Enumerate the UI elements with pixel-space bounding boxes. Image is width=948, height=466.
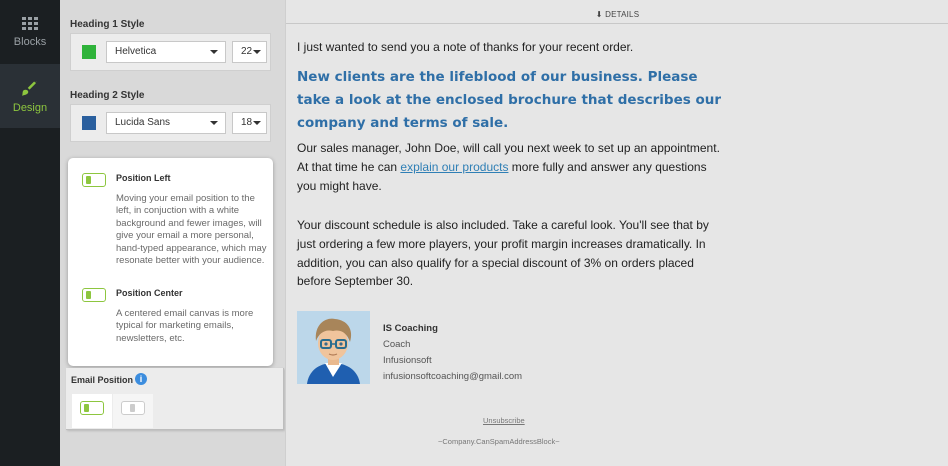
heading2-style-title: Heading 2 Style [70,90,145,101]
heading1-font-value: Helvetica [115,46,157,57]
nav-item-blocks[interactable]: Blocks [0,0,60,64]
heading2-font-value: Lucida Sans [115,117,171,128]
position-left-toggle [80,401,104,415]
signature-title: Coach [383,339,411,350]
nav-item-design[interactable]: Design [0,64,60,128]
position-center-title: Position Center [116,288,183,298]
unsubscribe-link[interactable]: Unsubscribe [483,416,525,425]
heading2-font-select[interactable]: Lucida Sans [106,112,226,134]
position-center-option[interactable] [113,394,153,428]
paintbrush-icon [22,80,37,96]
email-paragraph-2: Our sales manager, John Doe, will call y… [297,139,727,195]
info-icon[interactable]: i [135,373,147,385]
chevron-down-icon [253,121,261,125]
email-headline: New clients are the lifeblood of our bus… [297,69,722,131]
position-center-description: A centered email canvas is more typical … [116,308,254,344]
position-center-toggle[interactable] [82,288,106,302]
heading1-style-title: Heading 1 Style [70,19,145,30]
email-position-label: Email Position [71,375,134,385]
heading2-size-select[interactable]: 18 [232,112,267,134]
chevron-down-icon [253,50,261,54]
heading2-color-swatch[interactable] [82,116,96,130]
position-left-toggle[interactable] [82,173,106,187]
explain-products-link[interactable]: explain our products [400,160,508,174]
heading1-style-row: Helvetica 22 [70,33,271,71]
left-nav: Blocks Design [0,0,60,466]
address-block: ~Company.CanSpamAddressBlock~ [438,437,560,446]
heading2-size-value: 18 [241,117,253,128]
heading1-font-select[interactable]: Helvetica [106,41,226,63]
email-intro: I just wanted to send you a note of than… [297,40,634,54]
signature-name: IS Coaching [383,323,438,334]
nav-item-label: Design [12,101,48,114]
heading2-style-row: Lucida Sans 18 [70,104,271,142]
nav-item-label: Blocks [13,35,47,48]
heading1-size-select[interactable]: 22 [232,41,267,63]
grid-icon [22,16,38,31]
details-toggle[interactable]: ⬇ DETAILS [286,0,948,24]
email-position-popup: Position Left Moving your email position… [68,158,273,366]
details-label: DETAILS [605,10,640,19]
avatar [297,311,370,384]
heading1-size-value: 22 [241,46,253,57]
email-position-selector: Email Position i [66,368,284,430]
signature-company: Infusionsoft [383,355,432,366]
chevron-down-icon [210,50,218,54]
arrow-down-icon: ⬇ [595,10,603,19]
chevron-down-icon [210,121,218,125]
position-left-title: Position Left [116,173,171,183]
position-left-option[interactable] [72,394,112,428]
signature-email: infusionsoftcoaching@gmail.com [383,371,523,382]
position-center-toggle [121,401,145,415]
email-preview: ⬇ DETAILS I just wanted to send you a no… [285,0,948,466]
heading1-color-swatch[interactable] [82,45,96,59]
email-paragraph-3: Your discount schedule is also included.… [297,218,709,289]
avatar-image [297,311,370,384]
position-left-description: Moving your email position to the left, … [116,193,267,267]
